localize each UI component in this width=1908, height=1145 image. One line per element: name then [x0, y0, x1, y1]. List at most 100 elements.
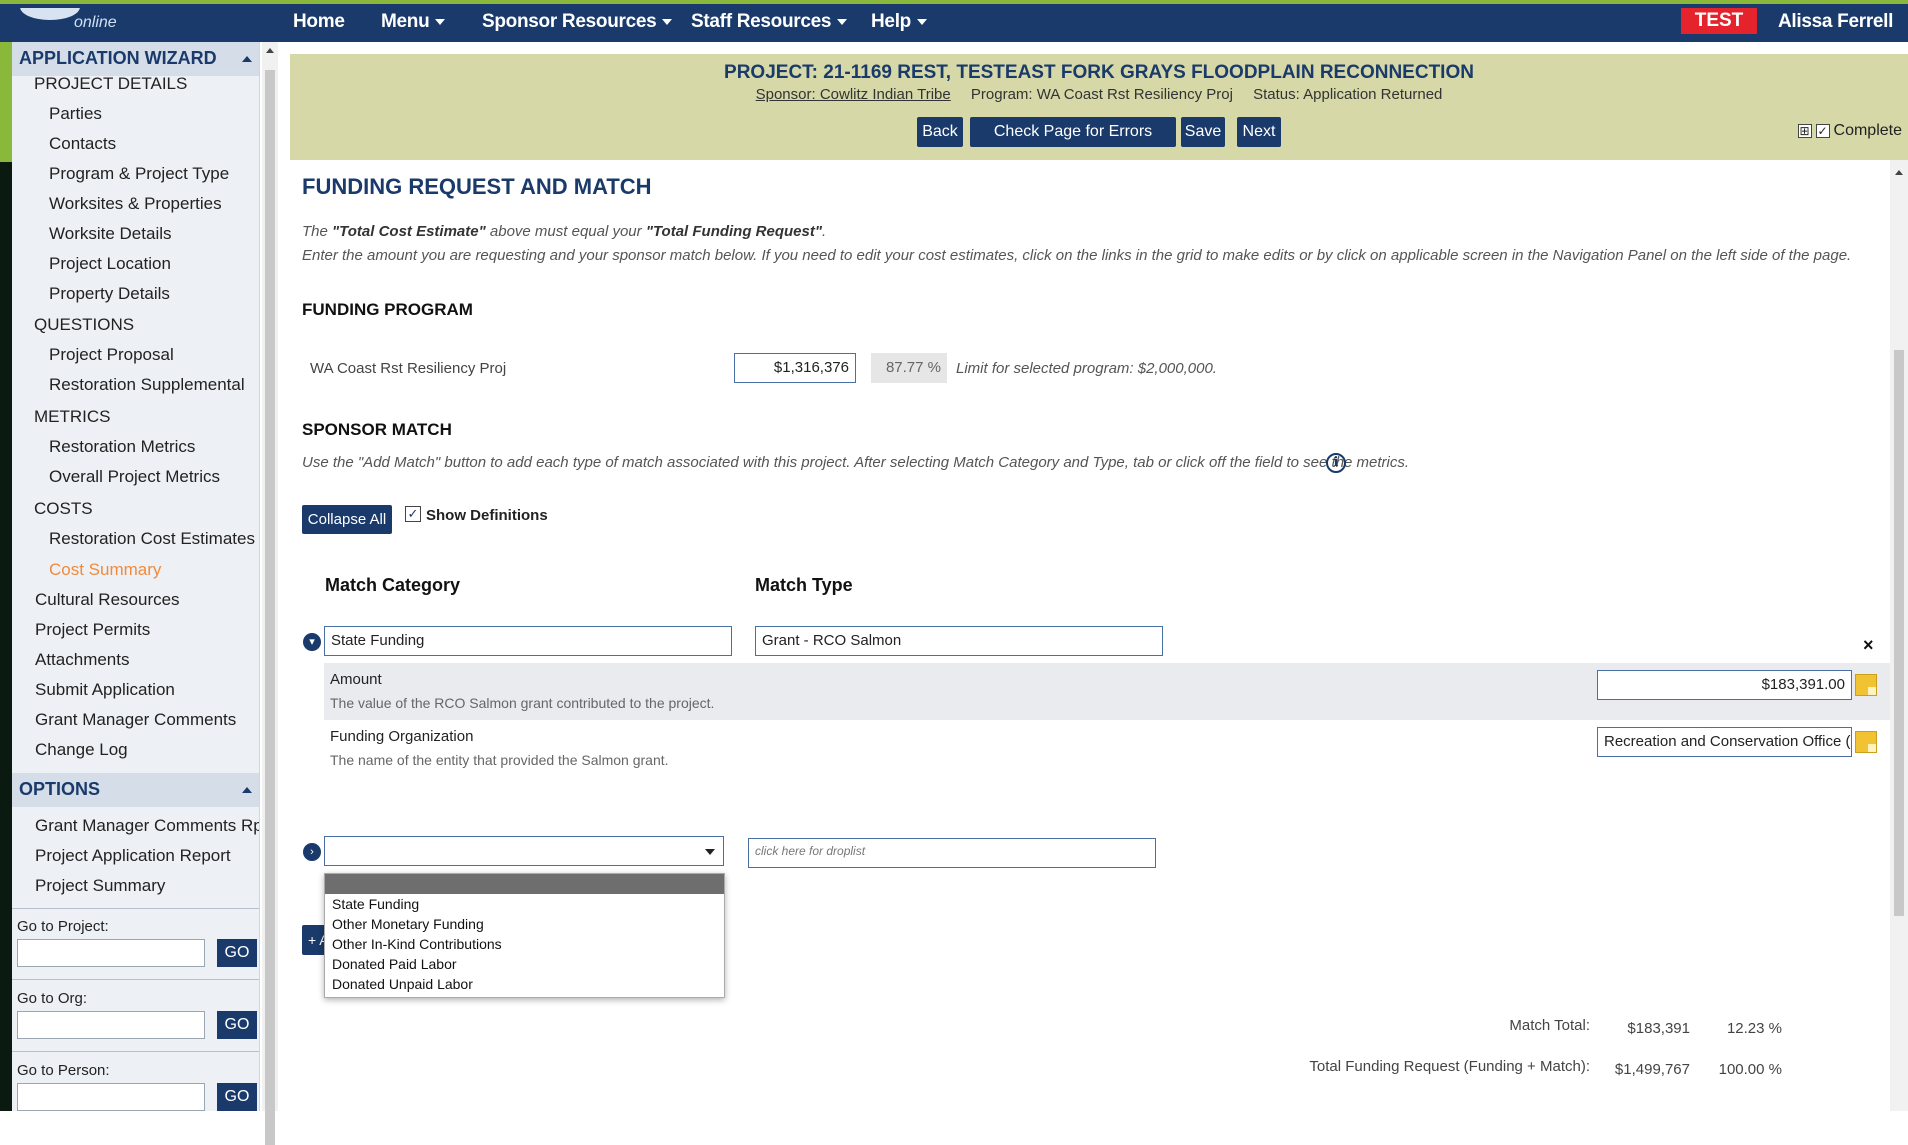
options-header[interactable]: OPTIONS: [12, 773, 259, 807]
project-header: PROJECT: 21-1169 REST, TESTEAST FORK GRA…: [290, 54, 1908, 160]
option-project-summary[interactable]: Project Summary: [35, 876, 165, 896]
funding-amount-input[interactable]: $1,316,376: [734, 353, 856, 383]
sidebar-item-project-details[interactable]: PROJECT DETAILS: [34, 74, 187, 94]
next-button[interactable]: Next: [1237, 117, 1281, 147]
go-to-person-button[interactable]: GO: [217, 1083, 257, 1111]
option-donated-paid-labor[interactable]: Donated Paid Labor: [332, 956, 457, 972]
user-name: Alissa Ferrell: [1778, 11, 1894, 32]
go-to-org-label: Go to Org:: [17, 990, 88, 1007]
collapse-row-icon[interactable]: ▾: [303, 633, 321, 651]
funding-limit-note: Limit for selected program: $2,000,000.: [956, 360, 1217, 377]
option-grant-manager-comments-rpt[interactable]: Grant Manager Comments Rpt: [35, 816, 259, 836]
highlighted-option[interactable]: [325, 874, 724, 894]
scroll-up-icon[interactable]: [266, 48, 274, 53]
sidebar-item-restoration-supplemental[interactable]: Restoration Supplemental: [49, 375, 245, 395]
program-label: Program: WA Coast Rst Resiliency Proj: [970, 86, 1233, 103]
option-other-in-kind-contributions[interactable]: Other In-Kind Contributions: [332, 936, 502, 952]
option-other-monetary-funding[interactable]: Other Monetary Funding: [332, 916, 484, 932]
sidebar: APPLICATION WIZARD PROJECT DETAILS Parti…: [12, 42, 260, 1111]
collapse-all-button[interactable]: Collapse All: [302, 505, 392, 534]
save-button[interactable]: Save: [1181, 117, 1225, 147]
sidebar-item-change-log[interactable]: Change Log: [35, 740, 128, 760]
intro-text: above must equal your: [485, 223, 646, 240]
nav-sponsor-resources[interactable]: Sponsor Resources: [482, 8, 673, 36]
status-label: Status: Application Returned: [1253, 86, 1443, 103]
funding-program-name: WA Coast Rst Resiliency Proj: [310, 360, 507, 377]
sidebar-item-property-details[interactable]: Property Details: [49, 284, 170, 304]
note-icon[interactable]: [1855, 731, 1877, 753]
sidebar-item-worksite-details[interactable]: Worksite Details: [49, 224, 172, 244]
expand-icon[interactable]: ⊞: [1797, 124, 1812, 138]
go-to-person-input[interactable]: [17, 1083, 205, 1111]
match-type-input[interactable]: Grant - RCO Salmon: [755, 626, 1163, 656]
back-button[interactable]: Back: [917, 117, 963, 147]
sidebar-item-grant-manager-comments[interactable]: Grant Manager Comments: [35, 710, 236, 730]
sponsor-link[interactable]: Sponsor: Cowlitz Indian Tribe: [756, 86, 951, 103]
option-state-funding[interactable]: State Funding: [332, 896, 419, 912]
info-icon[interactable]: i: [1326, 453, 1346, 473]
main-scrollbar[interactable]: [1890, 160, 1908, 1111]
collapse-up-icon[interactable]: [242, 787, 252, 793]
complete-toggle[interactable]: ⊞ ✓ Complete: [1797, 122, 1902, 140]
sidebar-item-program-project-type[interactable]: Program & Project Type: [49, 164, 229, 184]
amount-definition: The value of the RCO Salmon grant contri…: [330, 695, 715, 711]
option-project-application-report[interactable]: Project Application Report: [35, 846, 231, 866]
expand-row-icon[interactable]: ›: [303, 843, 321, 861]
sidebar-item-metrics[interactable]: METRICS: [34, 407, 111, 427]
go-to-org-button[interactable]: GO: [217, 1011, 257, 1039]
scroll-thumb[interactable]: [1894, 350, 1904, 916]
scroll-up-icon[interactable]: [1895, 170, 1903, 175]
sidebar-item-restoration-metrics[interactable]: Restoration Metrics: [49, 437, 195, 457]
nav-home[interactable]: Home: [293, 8, 345, 36]
collapse-up-icon[interactable]: [242, 56, 252, 62]
match-category-input[interactable]: State Funding: [324, 626, 732, 656]
sidebar-item-costs[interactable]: COSTS: [34, 499, 93, 519]
amount-input[interactable]: $183,391.00: [1597, 670, 1852, 700]
sidebar-item-cost-summary[interactable]: Cost Summary: [49, 560, 161, 580]
intro-line-1: The "Total Cost Estimate" above must equ…: [302, 223, 826, 240]
divider: [12, 908, 259, 909]
new-match-category-select[interactable]: [324, 836, 724, 866]
go-to-project-input[interactable]: [17, 939, 205, 967]
sidebar-item-restoration-cost-estimates[interactable]: Restoration Cost Estimates: [49, 529, 255, 549]
sidebar-item-questions[interactable]: QUESTIONS: [34, 315, 134, 335]
chevron-down-icon: [837, 18, 848, 25]
divider: [12, 1051, 259, 1052]
new-match-type-input[interactable]: click here for droplist: [748, 838, 1156, 868]
close-icon[interactable]: ×: [1863, 635, 1874, 656]
show-definitions-checkbox[interactable]: ✓: [405, 506, 421, 522]
sidebar-item-submit-application[interactable]: Submit Application: [35, 680, 175, 700]
go-to-project-button[interactable]: GO: [217, 939, 257, 967]
application-wizard-header[interactable]: APPLICATION WIZARD: [12, 42, 259, 76]
page-title: FUNDING REQUEST AND MATCH: [302, 174, 652, 199]
sidebar-item-project-proposal[interactable]: Project Proposal: [49, 345, 174, 365]
sidebar-item-worksites-properties[interactable]: Worksites & Properties: [49, 194, 222, 214]
nav-home-label: Home: [293, 11, 345, 32]
show-definitions-label: Show Definitions: [426, 507, 548, 524]
nav-menu[interactable]: Menu: [381, 8, 446, 36]
nav-help[interactable]: Help: [871, 8, 927, 36]
go-to-org-input[interactable]: [17, 1011, 205, 1039]
app-logo[interactable]: online: [14, 8, 214, 42]
option-donated-unpaid-labor[interactable]: Donated Unpaid Labor: [332, 976, 473, 992]
sidebar-item-project-location[interactable]: Project Location: [49, 254, 171, 274]
complete-checkbox[interactable]: ✓: [1815, 124, 1830, 138]
sidebar-item-project-permits[interactable]: Project Permits: [35, 620, 150, 640]
sidebar-item-overall-project-metrics[interactable]: Overall Project Metrics: [49, 467, 220, 487]
note-icon[interactable]: [1855, 674, 1877, 696]
nav-staff-resources[interactable]: Staff Resources: [691, 8, 848, 36]
sidebar-item-cultural-resources[interactable]: Cultural Resources: [35, 590, 180, 610]
match-type-header: Match Type: [755, 575, 853, 595]
sidebar-item-attachments[interactable]: Attachments: [35, 650, 130, 670]
funding-organization-input[interactable]: Recreation and Conservation Office (R: [1597, 727, 1852, 757]
check-errors-button[interactable]: Check Page for Errors: [970, 117, 1176, 147]
sidebar-item-parties[interactable]: Parties: [49, 104, 102, 124]
sidebar-scrollbar[interactable]: [262, 42, 278, 1145]
match-total-percent: 12.23 %: [1726, 1020, 1782, 1037]
scroll-thumb[interactable]: [265, 70, 275, 1145]
total-funding-request-label: Total Funding Request (Funding + Match):: [1309, 1058, 1590, 1075]
nav-menu-label: Menu: [381, 11, 430, 32]
funding-program-title: FUNDING PROGRAM: [302, 300, 473, 319]
sidebar-item-contacts[interactable]: Contacts: [49, 134, 116, 154]
intro-line-2: Enter the amount you are requesting and …: [302, 247, 1852, 264]
